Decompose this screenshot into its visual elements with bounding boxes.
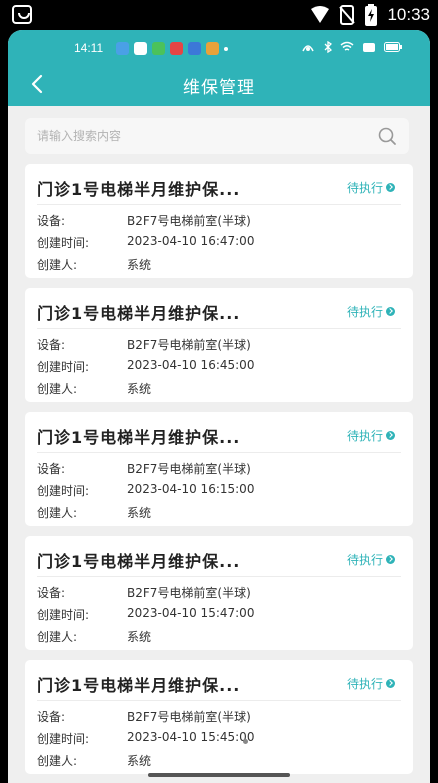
status-label: 待执行 xyxy=(346,305,383,319)
divider xyxy=(37,700,401,701)
card-title: 门诊1号电梯半月维护保... xyxy=(37,428,241,447)
status-badge[interactable]: 待执行 xyxy=(347,551,395,568)
creator-label: 创建人: xyxy=(37,754,78,768)
creator-value: 系统 xyxy=(127,630,152,644)
creator-value: 系统 xyxy=(127,754,152,768)
app-screen: 14:11 维保管理 请输入搜索内容 门诊1号电梯半月维护保... 待执行 设备… xyxy=(8,30,430,783)
created-time-label: 创建时间: xyxy=(37,236,90,250)
divider xyxy=(37,328,401,329)
divider xyxy=(37,204,401,205)
chevron-right-icon xyxy=(386,679,395,688)
creator-label: 创建人: xyxy=(37,382,78,396)
scroll-indicator xyxy=(243,739,248,744)
creator-value: 系统 xyxy=(127,258,152,272)
page-title: 维保管理 xyxy=(183,78,255,98)
bluetooth-icon xyxy=(324,41,332,53)
created-time-value: 2023-04-10 16:45:00 xyxy=(127,358,255,372)
device-value: B2F7号电梯前室(半球) xyxy=(127,338,251,352)
notification-app-icon xyxy=(12,5,32,24)
device-status-icons: 10:33 xyxy=(310,3,430,27)
hotspot-icon xyxy=(302,45,314,52)
card-title: 门诊1号电梯半月维护保... xyxy=(37,304,241,323)
inner-clock: 14:11 xyxy=(74,41,104,55)
search-input[interactable] xyxy=(37,118,367,154)
status-label: 待执行 xyxy=(346,677,383,691)
created-time-value: 2023-04-10 16:15:00 xyxy=(127,482,255,496)
screen-record-icon xyxy=(363,43,375,52)
wifi-icon xyxy=(311,6,330,23)
search-icon[interactable] xyxy=(377,126,397,146)
device-value: B2F7号电梯前室(半球) xyxy=(127,214,251,228)
battery-charging-icon xyxy=(365,4,378,26)
created-time-value: 2023-04-10 15:45:00 xyxy=(127,730,255,744)
chevron-right-icon xyxy=(386,431,395,440)
app-header: 14:11 维保管理 xyxy=(8,30,430,106)
divider xyxy=(37,452,401,453)
created-time-label: 创建时间: xyxy=(37,484,90,498)
search-bar xyxy=(25,118,409,154)
card-title: 门诊1号电梯半月维护保... xyxy=(37,180,241,199)
chevron-right-icon xyxy=(386,307,395,316)
status-badge[interactable]: 待执行 xyxy=(347,303,395,320)
app-notification-icon xyxy=(152,42,165,55)
battery-icon xyxy=(384,42,402,52)
status-label: 待执行 xyxy=(346,553,383,567)
app-notification-icon xyxy=(206,42,219,55)
created-time-value: 2023-04-10 15:47:00 xyxy=(127,606,255,620)
chevron-right-icon xyxy=(386,555,395,564)
device-label: 设备: xyxy=(37,586,66,600)
inner-system-icons xyxy=(300,41,402,53)
device-value: B2F7号电梯前室(半球) xyxy=(127,586,251,600)
creator-label: 创建人: xyxy=(37,506,78,520)
status-label: 待执行 xyxy=(346,429,383,443)
app-notification-icon xyxy=(134,42,147,55)
no-sim-icon xyxy=(339,5,356,25)
created-time-label: 创建时间: xyxy=(37,360,90,374)
maintenance-card[interactable]: 门诊1号电梯半月维护保... 待执行 设备: B2F7号电梯前室(半球) 创建时间… xyxy=(25,164,413,278)
divider xyxy=(37,576,401,577)
card-title: 门诊1号电梯半月维护保... xyxy=(37,676,241,695)
device-status-bar: 10:33 xyxy=(0,0,438,30)
maintenance-card[interactable]: 门诊1号电梯半月维护保... 待执行 设备: B2F7号电梯前室(半球) 创建时间… xyxy=(25,412,413,526)
status-badge[interactable]: 待执行 xyxy=(347,179,395,196)
app-notification-icon xyxy=(188,42,201,55)
device-value: B2F7号电梯前室(半球) xyxy=(127,710,251,724)
created-time-value: 2023-04-10 16:47:00 xyxy=(127,234,255,248)
device-label: 设备: xyxy=(37,214,66,228)
wifi-icon xyxy=(340,41,354,51)
device-label: 设备: xyxy=(37,462,66,476)
creator-label: 创建人: xyxy=(37,630,78,644)
maintenance-card[interactable]: 门诊1号电梯半月维护保... 待执行 设备: B2F7号电梯前室(半球) 创建时间… xyxy=(25,288,413,402)
status-label: 待执行 xyxy=(346,181,383,195)
device-value: B2F7号电梯前室(半球) xyxy=(127,462,251,476)
chevron-right-icon xyxy=(386,183,395,192)
inner-status-bar: 14:11 xyxy=(8,38,430,60)
app-notification-icon xyxy=(116,42,129,55)
status-badge[interactable]: 待执行 xyxy=(347,675,395,692)
creator-label: 创建人: xyxy=(37,258,78,272)
more-dot-icon xyxy=(224,47,228,51)
maintenance-card[interactable]: 门诊1号电梯半月维护保... 待执行 设备: B2F7号电梯前室(半球) 创建时间… xyxy=(25,536,413,650)
device-label: 设备: xyxy=(37,338,66,352)
status-badge[interactable]: 待执行 xyxy=(347,427,395,444)
device-clock: 10:33 xyxy=(387,5,430,24)
navigation-bar: 维保管理 xyxy=(8,66,430,102)
created-time-label: 创建时间: xyxy=(37,608,90,622)
card-title: 门诊1号电梯半月维护保... xyxy=(37,552,241,571)
home-indicator[interactable] xyxy=(148,773,290,777)
maintenance-card[interactable]: 门诊1号电梯半月维护保... 待执行 设备: B2F7号电梯前室(半球) 创建时间… xyxy=(25,660,413,774)
created-time-label: 创建时间: xyxy=(37,732,90,746)
device-label: 设备: xyxy=(37,710,66,724)
creator-value: 系统 xyxy=(127,506,152,520)
app-notification-icon xyxy=(170,42,183,55)
creator-value: 系统 xyxy=(127,382,152,396)
notification-icons xyxy=(116,42,228,55)
